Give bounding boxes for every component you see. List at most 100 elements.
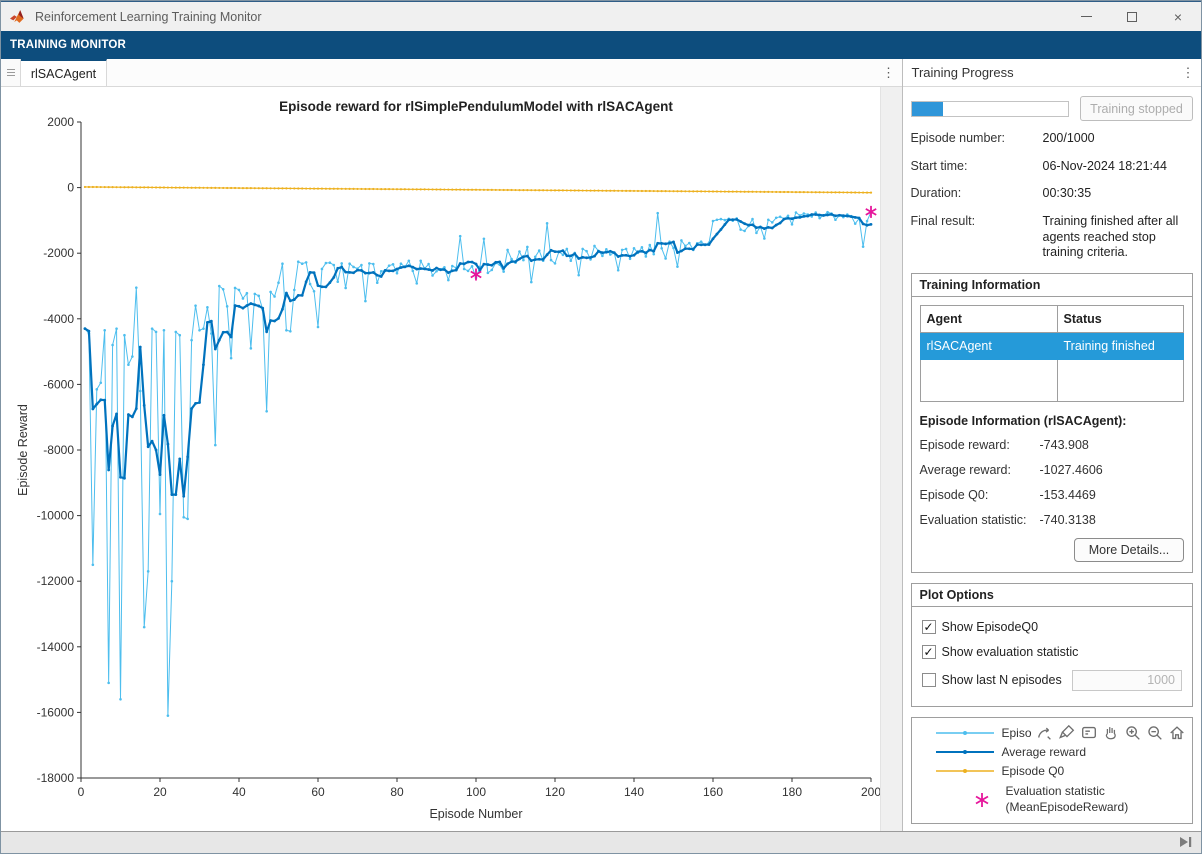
kv-label: Episode Q0:	[920, 488, 1040, 502]
zoom-out-icon[interactable]	[1144, 723, 1165, 743]
svg-text:40: 40	[232, 785, 246, 799]
svg-text:100: 100	[466, 785, 486, 799]
more-details-button[interactable]: More Details...	[1074, 538, 1184, 562]
close-button[interactable]: ×	[1155, 2, 1201, 31]
field-value: Training finished after all agents reach…	[1043, 214, 1194, 261]
maximize-button[interactable]	[1109, 2, 1155, 31]
panel-actions-menu[interactable]: ⋮	[1175, 65, 1201, 81]
svg-text:0: 0	[78, 785, 85, 799]
svg-text:140: 140	[624, 785, 644, 799]
export-icon[interactable]	[1034, 723, 1055, 743]
minimize-icon	[1081, 16, 1092, 17]
duration-row: Duration: 00:30:35	[911, 186, 1194, 202]
panel-body: Training stopped Episode number: 200/100…	[903, 87, 1202, 831]
progress-row: Training stopped	[911, 96, 1194, 121]
training-information-section: Training Information Agent Status rlSACA…	[911, 273, 1194, 573]
svg-text:Episode Number: Episode Number	[429, 807, 522, 821]
svg-text:-6000: -6000	[43, 377, 74, 391]
start-time-row: Start time: 06-Nov-2024 18:21:44	[911, 159, 1194, 175]
kv-value: -740.3138	[1040, 513, 1185, 527]
episode-q0-swatch	[936, 766, 994, 776]
checkbox-icon: ✓	[922, 645, 936, 659]
show-evaluation-statistic-checkbox[interactable]: ✓ Show evaluation statistic	[922, 645, 1183, 659]
reward-figure: 02040608010012014016018020020000-2000-40…	[1, 87, 902, 831]
svg-text:-2000: -2000	[43, 246, 74, 260]
zoom-in-icon[interactable]	[1122, 723, 1143, 743]
episode-reward-swatch	[936, 728, 994, 738]
episode-information-title: Episode Information (rlSACAgent):	[920, 414, 1185, 428]
training-progress-bar	[911, 101, 1069, 117]
field-label: Final result:	[911, 214, 1041, 261]
toolstrip-tab-label: TRAINING MONITOR	[10, 39, 126, 51]
training-progress-panel: Training Progress ⋮ Training stopped Epi…	[902, 59, 1202, 831]
svg-text:120: 120	[545, 785, 565, 799]
n-episodes-input	[1072, 670, 1182, 691]
panel-header: Training Progress ⋮	[903, 59, 1202, 87]
svg-text:Episode Reward: Episode Reward	[16, 404, 30, 496]
minimize-button[interactable]	[1063, 2, 1109, 31]
document-actions-menu[interactable]: ⋮	[876, 59, 902, 86]
restore-view-icon[interactable]	[1166, 723, 1187, 743]
svg-text:-12000: -12000	[37, 574, 75, 588]
status-column-header: Status	[1057, 305, 1183, 332]
reward-chart: 02040608010012014016018020020000-2000-40…	[1, 87, 881, 831]
field-value: 06-Nov-2024 18:21:44	[1043, 159, 1194, 175]
maximize-icon	[1127, 12, 1137, 22]
evaluation-statistic-row: Evaluation statistic: -740.3138	[920, 513, 1185, 527]
tab-label: rlSACAgent	[31, 67, 96, 81]
status-cell: Training finished	[1057, 332, 1183, 359]
legend-entry-episode-q0: Episode Q0	[912, 762, 1193, 781]
brush-icon[interactable]	[1056, 723, 1077, 743]
svg-text:20: 20	[153, 785, 167, 799]
close-icon: ×	[1174, 9, 1182, 25]
field-value: 00:30:35	[1043, 186, 1194, 202]
show-last-n-episodes-checkbox[interactable]: Show last N episodes	[922, 670, 1183, 691]
svg-text:180: 180	[782, 785, 802, 799]
statusbar	[1, 831, 1201, 854]
legend-label: Evaluation statistic (MeanEpisodeReward)	[1006, 784, 1129, 815]
evaluation-statistic-swatch	[972, 790, 992, 810]
agent-column-header: Agent	[920, 305, 1057, 332]
field-label: Start time:	[911, 159, 1041, 175]
main-area: rlSACAgent ⋮ 0 20 40 60 80 100 120 140 160 180 200…	[1, 59, 1201, 831]
data-tips-icon[interactable]	[1078, 723, 1099, 743]
plot-options-section: Plot Options ✓ Show EpisodeQ0 ✓ Show eva…	[911, 583, 1194, 707]
toolstrip-tab-training-monitor[interactable]: TRAINING MONITOR	[1, 31, 1201, 59]
legend-label: Average reward	[1002, 745, 1087, 759]
svg-text:0: 0	[67, 181, 74, 195]
show-episodeq0-checkbox[interactable]: ✓ Show EpisodeQ0	[922, 620, 1183, 634]
pan-icon[interactable]	[1100, 723, 1121, 743]
document-area: rlSACAgent ⋮ 0 20 40 60 80 100 120 140 160 180 200…	[1, 59, 902, 831]
training-information-title: Training Information	[912, 274, 1193, 297]
checkbox-label: Show EpisodeQ0	[942, 620, 1039, 634]
svg-text:-16000: -16000	[37, 705, 75, 719]
svg-text:160: 160	[703, 785, 723, 799]
kv-value: -153.4469	[1040, 488, 1185, 502]
svg-text:-10000: -10000	[37, 509, 75, 523]
agents-table-empty-space	[920, 359, 1184, 401]
window-controls: ×	[1063, 2, 1201, 31]
training-progress-fill	[912, 102, 943, 116]
agents-table-header: Agent Status	[920, 305, 1184, 332]
matlab-logo-icon	[10, 9, 27, 24]
titlebar: Reinforcement Learning Training Monitor …	[1, 1, 1201, 31]
svg-text:-8000: -8000	[43, 443, 74, 457]
episode-q0-row: Episode Q0: -153.4469	[920, 488, 1185, 502]
field-label: Duration:	[911, 186, 1041, 202]
svg-text:2000: 2000	[47, 115, 74, 129]
kv-value: -743.908	[1040, 438, 1185, 452]
svg-text:Episode reward for rlSimplePen: Episode reward for rlSimplePendulumModel…	[279, 99, 673, 114]
plot-options-title: Plot Options	[912, 584, 1193, 607]
training-stopped-button: Training stopped	[1080, 96, 1193, 121]
document-gutter	[880, 87, 902, 831]
agent-row-rlsacagent[interactable]: rlSACAgent Training finished	[920, 332, 1184, 359]
field-value: 200/1000	[1043, 131, 1194, 147]
svg-text:80: 80	[390, 785, 404, 799]
tab-rlsacagent[interactable]: rlSACAgent	[21, 59, 107, 86]
window-title: Reinforcement Learning Training Monitor	[35, 10, 1063, 24]
skip-end-icon[interactable]	[1179, 835, 1193, 853]
document-drag-handle[interactable]	[1, 59, 21, 86]
average-reward-swatch	[936, 747, 994, 757]
svg-text:60: 60	[311, 785, 325, 799]
svg-text:-14000: -14000	[37, 640, 75, 654]
